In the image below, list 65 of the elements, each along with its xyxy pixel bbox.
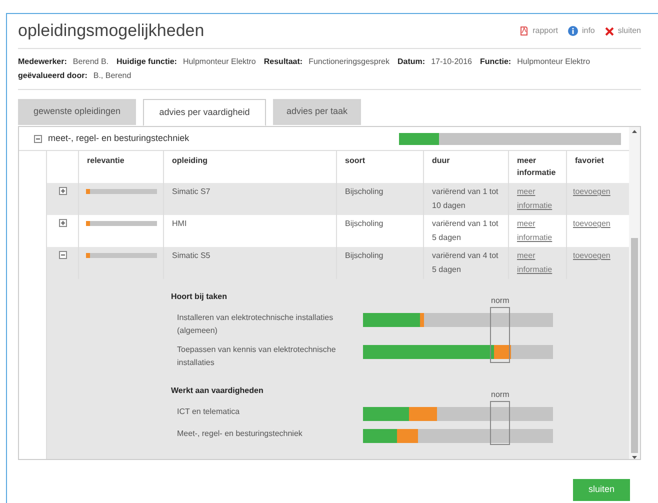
course-type: Bijscholing [345, 251, 384, 260]
norm-marker [490, 401, 510, 445]
section-title: Hoort bij taken [171, 291, 228, 303]
task-label: ICT en telematica [176, 406, 241, 418]
field-value: Berend B. [72, 57, 108, 66]
field-label: geëvalueerd door: [18, 71, 88, 80]
course-type: Bijscholing [345, 187, 384, 196]
column-header: soort [345, 156, 365, 165]
tab[interactable]: advies per vaardigheid [143, 99, 266, 126]
info-link[interactable]: info [582, 25, 595, 37]
norm-label: norm [491, 389, 510, 401]
tab[interactable]: advies per taak [273, 99, 361, 125]
field-value: Functioneringsgesprek [308, 57, 390, 66]
column-header: duur [432, 156, 450, 165]
relevance-bar [86, 189, 157, 194]
info-link[interactable]: meer informatie [517, 217, 558, 245]
course-duration: variërend van 1 tot 5 dagen [432, 219, 498, 242]
field-value: Hulpmonteur Elektro [182, 57, 256, 66]
favorite-link[interactable]: toevoegen [573, 219, 610, 228]
column-header: favoriet [575, 156, 604, 165]
course-type: Bijscholing [345, 219, 384, 228]
field-value: Hulpmonteur Elektro [517, 57, 590, 66]
scroll-up-icon[interactable] [632, 130, 637, 133]
expand-toggle[interactable] [58, 219, 66, 227]
pdf-icon [518, 26, 529, 36]
expand-toggle[interactable] [58, 187, 66, 195]
field-value: B., Berend [93, 71, 132, 80]
close-icon [604, 26, 614, 36]
field-label: Medewerker: [18, 57, 67, 66]
course-duration: variërend van 4 tot 5 dagen [432, 251, 498, 274]
field-value: 17-10-2016 [431, 57, 472, 66]
scrollbar[interactable] [629, 127, 640, 459]
course-name: HMI [172, 219, 187, 228]
course-duration: variërend van 1 tot 10 dagen [432, 187, 498, 210]
course-name: Simatic S7 [172, 187, 210, 196]
close-link[interactable]: sluiten [618, 25, 641, 37]
task-label: Toepassen van kennis van elektrotechnische installaties [176, 344, 337, 369]
pdf-link[interactable]: rapport [532, 25, 558, 37]
field-label: Functie: [480, 57, 512, 66]
column-header: meer informatie [517, 156, 556, 177]
favorite-link[interactable]: toevoegen [573, 251, 610, 260]
favorite-link[interactable]: toevoegen [573, 187, 610, 196]
relevance-bar [86, 253, 157, 258]
section-title: Werkt aan vaardigheden [171, 385, 264, 397]
task-label: Installeren van elektrotechnische installaties (algemeen) [176, 312, 334, 337]
column-header: opleiding [172, 156, 208, 165]
info-link[interactable]: meer informatie [517, 185, 558, 213]
field-label: Datum: [398, 57, 426, 66]
norm-label: norm [491, 295, 510, 307]
column-header: relevantie [87, 156, 124, 165]
field-label: Huidige functie: [116, 57, 177, 66]
info-icon [568, 26, 578, 36]
window-title: opleidingsmogelijkheden [18, 20, 204, 42]
info-link[interactable]: meer informatie [517, 249, 558, 277]
relevance-bar [86, 221, 157, 226]
collapse-toggle[interactable] [34, 134, 42, 142]
close-button[interactable]: sluiten [573, 479, 630, 501]
task-label: Meet-, regel- en besturingstechniek [176, 428, 304, 440]
tab[interactable]: gewenste opleidingen [18, 99, 136, 125]
norm-marker [490, 307, 510, 363]
field-label: Resultaat: [264, 57, 303, 66]
group-label: meet-, regel- en besturingstechniek [48, 132, 190, 145]
course-name: Simatic S5 [172, 251, 210, 260]
scroll-down-icon[interactable] [632, 456, 637, 459]
collapse-toggle[interactable] [58, 251, 66, 259]
